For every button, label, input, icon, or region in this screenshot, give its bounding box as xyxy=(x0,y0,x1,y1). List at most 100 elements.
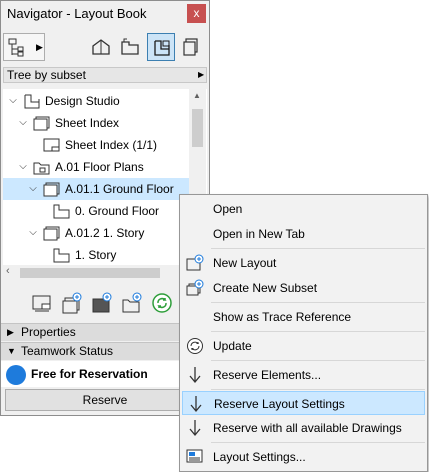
menu-separator xyxy=(211,331,425,332)
menu-item-reserve-elements[interactable]: Reserve Elements... xyxy=(182,363,425,387)
tree-item-ground-floor-drawing[interactable]: 0. Ground Floor xyxy=(3,200,189,222)
navigator-options-dropdown[interactable]: ▶ xyxy=(3,33,45,61)
menu-item-label: Show as Trace Reference xyxy=(213,310,352,324)
properties-panel-header[interactable]: ▶ Properties xyxy=(1,323,209,341)
teamwork-status: Free for Reservation xyxy=(1,361,209,387)
tree-item-sheet-index-layout[interactable]: Sheet Index (1/1) xyxy=(3,134,189,156)
tree-item-design-studio[interactable]: ⌵ Design Studio xyxy=(3,90,189,112)
menu-item-label: Open in New Tab xyxy=(213,227,305,241)
menu-item-label: Create New Subset xyxy=(213,281,318,295)
new-layout-button[interactable] xyxy=(121,292,143,314)
tree-item-ground-floor-subset[interactable]: ⌵ A.01.1 Ground Floor xyxy=(3,178,189,200)
tree-item-label: A.01 Floor Plans xyxy=(55,160,144,174)
menu-item-label: Reserve with all available Drawings xyxy=(213,421,402,435)
new-subset-icon xyxy=(62,292,82,314)
menu-item-open[interactable]: Open xyxy=(182,197,425,221)
layout-settings-button[interactable] xyxy=(31,292,53,314)
new-subset-button[interactable] xyxy=(61,292,83,314)
scroll-thumb[interactable] xyxy=(192,109,203,147)
menu-separator xyxy=(211,360,425,361)
menu-item-label: Reserve Elements... xyxy=(213,368,322,382)
scroll-left-icon[interactable]: ‹ xyxy=(6,265,10,277)
update-button[interactable] xyxy=(151,292,173,314)
tree-item-label: A.01.2 1. Story xyxy=(65,226,145,240)
expand-chevron-icon[interactable]: ⌵ xyxy=(17,156,29,178)
subset-icon xyxy=(43,182,60,197)
view-map-icon xyxy=(121,38,139,55)
tree-item-label: 0. Ground Floor xyxy=(75,204,160,218)
menu-item-show-trace-reference[interactable]: Show as Trace Reference xyxy=(182,305,425,329)
menu-item-label: Layout Settings... xyxy=(213,450,306,464)
subset-folder-icon xyxy=(33,162,50,175)
reserve-arrow-icon xyxy=(189,420,201,437)
collapsed-triangle-icon: ▶ xyxy=(7,327,14,337)
layout-settings-icon xyxy=(32,295,51,312)
title-bar[interactable]: Navigator - Layout Book x xyxy=(1,1,209,27)
tree-view-label: Tree by subset xyxy=(7,68,86,82)
tree-item-sheet-index[interactable]: ⌵ Sheet Index xyxy=(3,112,189,134)
tree-item-floor-plans[interactable]: ⌵ A.01 Floor Plans xyxy=(3,156,189,178)
reserve-arrow-icon xyxy=(190,396,202,413)
menu-separator xyxy=(211,389,425,390)
tree-item-first-story-drawing[interactable]: 1. Story xyxy=(3,244,189,265)
menu-separator xyxy=(211,302,425,303)
menu-separator xyxy=(211,442,425,443)
tree-item-label: Sheet Index xyxy=(55,116,120,130)
expanded-triangle-icon: ▼ xyxy=(7,346,16,356)
tree-options-icon xyxy=(8,38,24,57)
layout-settings-icon xyxy=(186,449,203,463)
menu-separator xyxy=(211,248,425,249)
expand-chevron-icon[interactable]: ⌵ xyxy=(17,112,29,134)
expand-chevron-icon[interactable]: ⌵ xyxy=(7,90,19,112)
publisher-sets-icon xyxy=(183,38,198,56)
status-label: Free for Reservation xyxy=(31,367,148,381)
layout-book-icon xyxy=(24,94,40,109)
menu-item-open-new-tab[interactable]: Open in New Tab xyxy=(182,222,425,246)
menu-item-new-layout[interactable]: New Layout xyxy=(182,251,425,275)
update-icon xyxy=(152,293,172,313)
new-subset-icon xyxy=(186,279,204,296)
menu-item-layout-settings[interactable]: Layout Settings... xyxy=(182,445,425,469)
tree-view-selector[interactable]: Tree by subset ▶ xyxy=(3,67,207,83)
layout-book-icon xyxy=(154,40,170,56)
dropdown-arrow-icon: ▶ xyxy=(36,42,43,52)
tree-item-label: 1. Story xyxy=(75,248,117,262)
menu-item-reserve-layout-settings[interactable]: Reserve Layout Settings xyxy=(182,391,425,415)
subset-icon xyxy=(43,226,60,241)
horizontal-scrollbar[interactable]: ‹ xyxy=(3,265,189,281)
panel-title: Teamwork Status xyxy=(21,344,114,358)
status-dot-icon xyxy=(6,365,26,385)
menu-item-label: Update xyxy=(213,339,252,353)
teamwork-panel-header[interactable]: ▼ Teamwork Status xyxy=(1,342,209,360)
new-master-layout-icon xyxy=(92,292,112,313)
navigator-actions xyxy=(1,289,209,317)
view-map-button[interactable] xyxy=(116,33,144,61)
menu-item-update[interactable]: Update xyxy=(182,334,425,358)
context-menu: Open Open in New Tab New Layout Create N… xyxy=(179,194,428,472)
expand-chevron-icon[interactable]: ⌵ xyxy=(27,178,39,200)
reserve-button[interactable]: Reserve xyxy=(5,389,205,411)
tree-item-label: A.01.1 Ground Floor xyxy=(65,182,174,196)
scroll-thumb[interactable] xyxy=(20,268,160,278)
tree-item-label: Design Studio xyxy=(45,94,120,108)
layout-tree: ⌵ Design Studio ⌵ Sheet Index Sheet Inde… xyxy=(3,89,207,265)
new-layout-icon xyxy=(122,292,142,313)
menu-item-create-new-subset[interactable]: Create New Subset xyxy=(182,276,425,300)
close-button[interactable]: x xyxy=(187,4,206,23)
project-map-button[interactable] xyxy=(87,33,115,61)
new-master-layout-button[interactable] xyxy=(91,292,113,314)
navigator-toolbar: ▶ xyxy=(1,29,209,65)
menu-item-label: New Layout xyxy=(213,256,277,270)
menu-item-reserve-with-drawings[interactable]: Reserve with all available Drawings xyxy=(182,416,425,440)
new-layout-icon xyxy=(186,254,204,271)
publisher-sets-button[interactable] xyxy=(177,33,205,61)
close-icon: x xyxy=(193,6,200,20)
window-title: Navigator - Layout Book xyxy=(7,6,147,21)
menu-item-label: Open xyxy=(213,202,243,216)
tree-item-first-story-subset[interactable]: ⌵ A.01.2 1. Story xyxy=(3,222,189,244)
layout-book-button[interactable] xyxy=(147,33,175,61)
chevron-right-icon: ▶ xyxy=(198,70,205,79)
expand-chevron-icon[interactable]: ⌵ xyxy=(27,222,39,244)
scroll-up-icon[interactable]: ▲ xyxy=(193,91,201,100)
update-icon xyxy=(187,338,203,354)
